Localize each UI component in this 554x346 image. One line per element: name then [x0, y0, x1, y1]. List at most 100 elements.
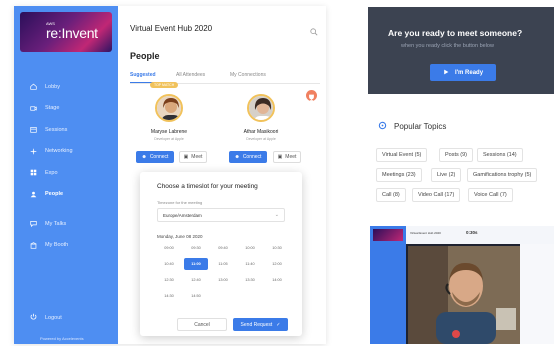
topic-tag[interactable]: Gamifications trophy (5) [467, 168, 538, 182]
topic-tag[interactable]: Video Call (17) [412, 188, 461, 202]
video-participant [408, 246, 520, 344]
grid-icon [30, 169, 37, 176]
topic-tag[interactable]: Sessions (14) [477, 148, 523, 162]
sidebar-item-label: Lobby [45, 83, 60, 90]
timeslot-option[interactable]: 11:05 [211, 258, 235, 270]
video-chat-panel [520, 244, 554, 344]
meet-button[interactable]: ▣ Meet [273, 151, 301, 163]
timeslot-grid: 09:00 09:30 09:40 10:00 10:30 10:40 11:00 11:05… [157, 242, 287, 302]
connect-button[interactable]: ☻ Connect [229, 151, 267, 163]
calendar-icon: ▣ [183, 154, 189, 160]
sidebar-item-label: Stage [45, 105, 60, 112]
topic-tag[interactable]: Virtual Event (5) [376, 148, 428, 162]
person-role: Developer at Apple [246, 137, 276, 141]
sidebar-item-label: My Booth [45, 242, 69, 249]
brand-logo[interactable]: AWS re:Invent [20, 12, 112, 52]
topic-tag[interactable]: Call (8) [376, 188, 406, 202]
topic-tag[interactable]: Posts (9) [439, 148, 474, 162]
add-user-icon: ☻ [234, 154, 240, 160]
timeslot-option[interactable]: 13:30 [238, 274, 262, 286]
people-icon [30, 191, 37, 198]
sidebar-nav: Lobby Stage Sessions Networking Expo People [14, 76, 118, 205]
sidebar-item-label: People [45, 191, 64, 198]
avatar [247, 94, 275, 122]
booth-icon [30, 242, 37, 249]
power-icon [30, 313, 37, 322]
network-icon [30, 148, 37, 155]
timeslot-option[interactable]: 12:30 [157, 274, 181, 286]
timeslot-option[interactable]: 14:00 [265, 274, 289, 286]
brand-name: re:Invent [46, 25, 98, 41]
timeslot-option[interactable]: 11:00 [184, 258, 208, 270]
timeslot-option[interactable]: 12:40 [184, 274, 208, 286]
sidebar-item-lobby[interactable]: Lobby [14, 76, 118, 98]
timeslot-option[interactable]: 14:30 [157, 290, 181, 302]
sidebar-item-label: My Talks [45, 220, 67, 227]
timeslot-option[interactable]: 10:40 [157, 258, 181, 270]
timeslot-option[interactable]: 09:00 [157, 242, 181, 254]
connect-label: Connect [242, 154, 262, 160]
im-ready-button[interactable]: I'm Ready [430, 64, 496, 81]
timezone-select[interactable]: Europe/Amsterdam ⌄ [157, 208, 285, 222]
logout-label: Logout [45, 314, 62, 321]
connect-button[interactable]: ☻ Connect [136, 151, 174, 163]
chevron-down-icon: ⌄ [274, 212, 279, 218]
video-brand-logo [373, 229, 403, 241]
timeslot-option[interactable]: 14:50 [184, 290, 208, 302]
powered-by: Powered by Accelevents [40, 336, 84, 341]
timeslot-option[interactable]: 09:30 [184, 242, 208, 254]
video-title: Virtual Event Hub 2020 [410, 231, 441, 235]
page-title: Virtual Event Hub 2020 [130, 24, 213, 33]
video-topbar: Virtual Event Hub 2020 0:30s [406, 226, 554, 244]
topic-tag[interactable]: Live (2) [431, 168, 462, 182]
timeslot-dialog: Choose a timeslot for your meeting Timez… [140, 172, 302, 336]
search-icon[interactable] [310, 23, 318, 36]
meet-label: Meet [285, 154, 297, 160]
add-user-icon: ☻ [141, 154, 147, 160]
sidebar-item-label: Networking [45, 148, 73, 155]
tab-my-connections[interactable]: My Connections [230, 72, 266, 78]
tab-all-attendees[interactable]: All Attendees [176, 72, 205, 78]
person-card[interactable]: Maryse Labrene Developer at Apple [124, 94, 214, 141]
timezone-value: Europe/Amsterdam [163, 213, 202, 218]
date-label: Monday, June 08 2020 [157, 234, 203, 239]
sidebar-item-label: Expo [45, 169, 58, 176]
topic-tag[interactable]: Voice Call (7) [468, 188, 513, 202]
popular-topics-heading: Popular Topics [378, 121, 446, 132]
connect-label: Connect [149, 154, 169, 160]
timezone-label: Timezone for the meeting [157, 200, 203, 205]
person-card[interactable]: Athar Masikoori Developer at Apple [216, 94, 306, 141]
video-sidebar [370, 226, 406, 344]
meet-button[interactable]: ▣ Meet [179, 151, 207, 163]
sidebar-item-my-talks[interactable]: My Talks [14, 213, 118, 235]
timeslot-option[interactable]: 10:30 [265, 242, 289, 254]
section-title: People [130, 51, 160, 61]
sidebar-item-stage[interactable]: Stage [14, 98, 118, 120]
trophy-icon [306, 90, 317, 101]
sidebar-nav-secondary: My Talks My Booth [14, 213, 118, 256]
timeslot-option[interactable]: 10:00 [238, 242, 262, 254]
im-ready-label: I'm Ready [454, 69, 484, 76]
send-request-button[interactable]: Send Request ✓ [233, 318, 288, 331]
video-call-preview[interactable]: Virtual Event Hub 2020 0:30s [370, 226, 554, 344]
sidebar-item-my-booth[interactable]: My Booth [14, 235, 118, 257]
timeslot-option[interactable]: 12:00 [265, 258, 289, 270]
sidebar-item-sessions[interactable]: Sessions [14, 119, 118, 141]
person-role: Developer at Apple [154, 137, 184, 141]
sidebar-item-expo[interactable]: Expo [14, 162, 118, 184]
cancel-button[interactable]: Cancel [177, 318, 227, 331]
topics-title: Popular Topics [394, 122, 447, 131]
sidebar-item-people[interactable]: People [14, 184, 118, 206]
participant-image [408, 246, 520, 344]
logout-button[interactable]: Logout [30, 313, 62, 322]
check-icon: ✓ [276, 321, 281, 328]
topic-tag[interactable]: Meetings (23) [376, 168, 422, 182]
timeslot-option[interactable]: 13:00 [211, 274, 235, 286]
sidebar-item-networking[interactable]: Networking [14, 141, 118, 163]
timeslot-option[interactable]: 11:40 [238, 258, 262, 270]
person-name: Maryse Labrene [150, 129, 188, 135]
timeslot-option[interactable]: 09:40 [211, 242, 235, 254]
chat-icon [30, 220, 37, 228]
meet-label: Meet [191, 154, 203, 160]
ready-question: Are you ready to meet someone? [388, 28, 523, 38]
